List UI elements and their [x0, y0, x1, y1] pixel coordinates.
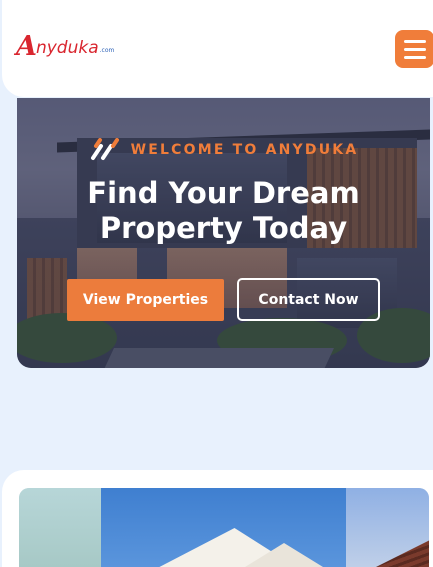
- hamburger-icon-bar-2: [403, 47, 426, 51]
- property-image[interactable]: [19, 488, 429, 567]
- logo-wordmark: nyduka: [35, 38, 99, 58]
- hero-title: Find Your Dream Property Today: [87, 176, 360, 245]
- site-logo[interactable]: A nyduka .com: [16, 33, 114, 60]
- welcome-tagline: WELCOME TO ANYDUKA: [130, 142, 359, 158]
- menu-button[interactable]: [395, 30, 433, 68]
- welcome-row: WELCOME TO ANYDUKA: [17, 138, 430, 162]
- hamburger-icon: [403, 39, 426, 43]
- site-header: A nyduka .com: [2, 0, 433, 97]
- hamburger-icon-bar-3: [403, 55, 426, 59]
- hero-banner: WELCOME TO ANYDUKA Find Your Dream Prope…: [17, 98, 430, 368]
- logo-letter: A: [16, 31, 37, 62]
- contact-now-button[interactable]: Contact Now: [237, 278, 380, 321]
- double-slash-icon: [90, 138, 119, 160]
- logo-suffix: .com: [99, 47, 115, 54]
- view-properties-button[interactable]: View Properties: [67, 279, 224, 321]
